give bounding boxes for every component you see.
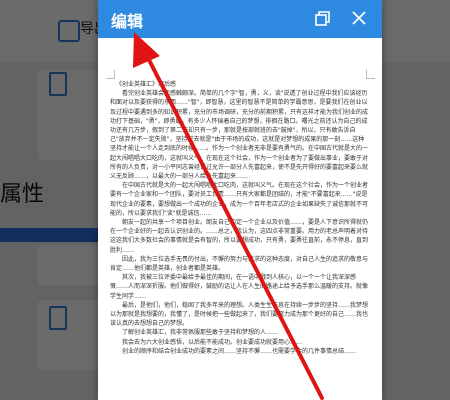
modal-title: 编辑 bbox=[111, 12, 144, 31]
close-icon[interactable] bbox=[350, 9, 368, 27]
document-paragraph: 我会去为六大创业感悟，以后能不能成功。创业要成功就要用心…… bbox=[122, 338, 303, 346]
document-paragraph: 最后，是他们，他们，稳固了我多年来的理想。人类生生不息在持续一步步的坚持……我梦… bbox=[110, 301, 368, 328]
document-preview: 《创业英雄汇》观后感 看完创业英雄会我感触颇深。简单的几个字"智，勇，义，谈"说… bbox=[110, 80, 368, 400]
document-paragraph: 在中国古代就是大的一起大闯唱唱大口吃肉，这就叫义气。在现在这个社会，作为一个创业… bbox=[110, 182, 368, 217]
crop-mark bbox=[366, 70, 375, 79]
document-paragraph: 因此，我为三位选手无畏的付出，不懈的努力与追求的这种态度，对自己人生的追求的敬意… bbox=[110, 255, 368, 273]
document-paragraph: 其次，我被三位评委中最给予最佳的期间，在一语中戳到人核心，以一个一个让我深深感慨… bbox=[110, 274, 368, 300]
modal-header: 编辑 bbox=[98, 0, 382, 38]
document-paragraph: 了解创业英雄汇，我非常佩服那些敢于坚持和梦想的人…… bbox=[122, 329, 279, 337]
document-paragraph: 创业的顺序和结合创业成功的要素之间……坚持不懈……也需要学会的几件事情总结…… bbox=[122, 347, 357, 355]
document-paragraph: 看完创业英雄会我感触颇深。简单的几个字"智，勇，义，谈"说透了创业过程中我们应该… bbox=[110, 90, 368, 181]
document-paragraph: 朝友一起的共享一个项目创业。朗友自己的定一个企业以及价值……，要是人下意识所得就… bbox=[110, 219, 368, 254]
restore-window-icon[interactable] bbox=[314, 10, 332, 28]
crop-mark bbox=[106, 70, 115, 79]
edit-modal: 编辑 《创业英雄汇》观后感 看完创业英雄会我感触颇深。简单的几个字"智，勇，义，… bbox=[98, 0, 382, 400]
document-heading: 《创业英雄汇》观后感 bbox=[116, 81, 177, 88]
